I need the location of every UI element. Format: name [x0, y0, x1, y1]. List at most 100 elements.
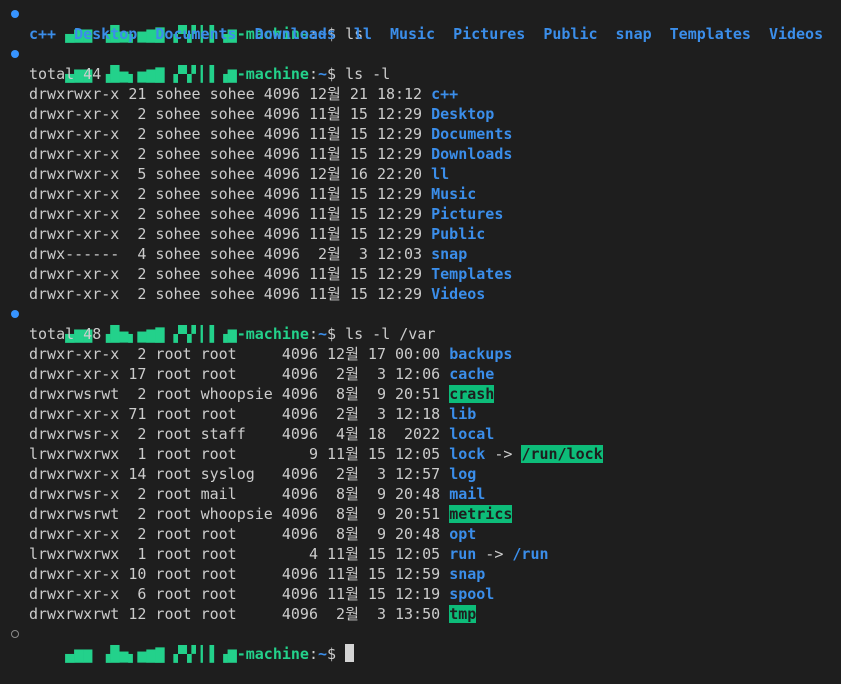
- row-metadata: drwxrwxr-x 14 root syslog 4096 2월 3 12:5…: [29, 465, 450, 483]
- directory-name[interactable]: metrics: [449, 505, 513, 523]
- row-metadata: drwxr-xr-x 2 sohee sohee 4096 11월 15 12:…: [29, 185, 432, 203]
- row-metadata: drwxr-xr-x 2 sohee sohee 4096 11월 15 12:…: [29, 105, 432, 123]
- symlink-arrow: ->: [485, 445, 522, 463]
- directory-name[interactable]: Pictures: [431, 205, 503, 223]
- listing-row: lrwxrwxrwx 1 root root 4 11월 15 12:05 ru…: [0, 544, 841, 564]
- row-metadata: drwxr-xr-x 71 root root 4096 2월 3 12:18: [29, 405, 450, 423]
- row-metadata: drwxr-xr-x 2 sohee sohee 4096 11월 15 12:…: [29, 225, 432, 243]
- listing-row: drwxrwsr-x 2 root staff 4096 4월 18 2022 …: [0, 424, 841, 444]
- listing-row: drwxrwxr-x 14 root syslog 4096 2월 3 12:5…: [0, 464, 841, 484]
- row-metadata: drwxr-xr-x 2 sohee sohee 4096 11월 15 12:…: [29, 285, 432, 303]
- prompt-user-host: ▄▆▆ ▗█▅▖▅▆▇ ▞▚▘▎▌▗▆-machine: [65, 645, 309, 663]
- row-metadata: drwxr-xr-x 10 root root 4096 11월 15 12:5…: [29, 565, 450, 583]
- symlink-arrow: ->: [476, 545, 513, 563]
- active-prompt-line[interactable]: ▄▆▆ ▗█▅▖▅▆▇ ▞▚▘▎▌▗▆-machine:~$: [0, 624, 841, 663]
- command-status-dot-icon[interactable]: [11, 50, 19, 58]
- directory-name[interactable]: c++: [29, 25, 56, 43]
- command-status-dot-icon[interactable]: [11, 310, 19, 318]
- listing-row: drwx------ 4 sohee sohee 4096 2월 3 12:03…: [0, 244, 841, 264]
- listing-row: drwxr-xr-x 2 sohee sohee 4096 11월 15 12:…: [0, 144, 841, 164]
- listing-row: drwxr-xr-x 2 sohee sohee 4096 11월 15 12:…: [0, 204, 841, 224]
- directory-name[interactable]: Videos: [431, 285, 485, 303]
- directory-name[interactable]: backups: [449, 345, 512, 363]
- directory-name[interactable]: Public: [431, 225, 485, 243]
- prompt-sigil: $: [327, 645, 346, 663]
- listing-row: drwxr-xr-x 10 root root 4096 11월 15 12:5…: [0, 564, 841, 584]
- row-metadata: drwxr-xr-x 2 root root 4096 8월 9 20:48: [29, 525, 450, 543]
- directory-name[interactable]: Desktop: [74, 25, 137, 43]
- terminal-output[interactable]: ▄▆▆ ▗█▅▖▅▆▇ ▞▚▘▎▌▗▆-machine:~$ ls c++ Des…: [0, 4, 841, 663]
- listing-total: total 44: [29, 65, 102, 83]
- symlink-target[interactable]: /run/lock: [521, 445, 603, 463]
- row-metadata: lrwxrwxrwx 1 root root 4 11월 15 12:05: [29, 545, 450, 563]
- listing-total: total 48: [29, 325, 102, 343]
- home-listing: drwxrwxr-x 21 sohee sohee 4096 12월 21 18…: [0, 84, 841, 304]
- directory-name[interactable]: local: [449, 425, 494, 443]
- directory-name[interactable]: Documents: [155, 25, 236, 43]
- directory-name[interactable]: Documents: [431, 125, 512, 143]
- row-metadata: drwxrwsr-x 2 root staff 4096 4월 18 2022: [29, 425, 450, 443]
- directory-name[interactable]: Public: [543, 25, 597, 43]
- directory-name[interactable]: cache: [449, 365, 494, 383]
- directory-name[interactable]: lib: [449, 405, 476, 423]
- command-status-dot-icon[interactable]: [11, 10, 19, 18]
- directory-name[interactable]: snap: [616, 25, 652, 43]
- listing-row: drwxrwxrwt 12 root root 4096 2월 3 13:50 …: [0, 604, 841, 624]
- directory-name[interactable]: Downloads: [431, 145, 512, 163]
- directory-name[interactable]: snap: [449, 565, 485, 583]
- listing-row: drwxrwsrwt 2 root whoopsie 4096 8월 9 20:…: [0, 384, 841, 404]
- directory-name[interactable]: Videos: [769, 25, 823, 43]
- var-listing: drwxr-xr-x 2 root root 4096 12월 17 00:00…: [0, 344, 841, 624]
- listing-row: drwxr-xr-x 2 root root 4096 12월 17 00:00…: [0, 344, 841, 364]
- symlink-target[interactable]: /run: [512, 545, 548, 563]
- text-cursor[interactable]: [345, 644, 355, 662]
- listing-row: drwxr-xr-x 2 sohee sohee 4096 11월 15 12:…: [0, 224, 841, 244]
- row-metadata: drwxrwsrwt 2 root whoopsie 4096 8월 9 20:…: [29, 505, 450, 523]
- row-metadata: drwxr-xr-x 2 sohee sohee 4096 11월 15 12:…: [29, 145, 432, 163]
- row-metadata: drwxr-xr-x 6 root root 4096 11월 15 12:19: [29, 585, 450, 603]
- listing-row: drwxrwsrwt 2 root whoopsie 4096 8월 9 20:…: [0, 504, 841, 524]
- directory-name[interactable]: Pictures: [453, 25, 525, 43]
- row-metadata: drwxrwxr-x 21 sohee sohee 4096 12월 21 18…: [29, 85, 432, 103]
- directory-name[interactable]: Music: [390, 25, 435, 43]
- row-metadata: drwxr-xr-x 2 root root 4096 12월 17 00:00: [29, 345, 450, 363]
- directory-name[interactable]: ll: [431, 165, 449, 183]
- directory-name[interactable]: log: [449, 465, 476, 483]
- directory-name[interactable]: lock: [449, 445, 485, 463]
- listing-row: drwxr-xr-x 17 root root 4096 2월 3 12:06 …: [0, 364, 841, 384]
- directory-name[interactable]: spool: [449, 585, 494, 603]
- command-pending-dot-icon[interactable]: [11, 630, 19, 638]
- listing-row: drwxrwsr-x 2 root mail 4096 8월 9 20:48 m…: [0, 484, 841, 504]
- row-metadata: drwxrwsrwt 2 root whoopsie 4096 8월 9 20:…: [29, 385, 450, 403]
- listing-row: lrwxrwxrwx 1 root root 9 11월 15 12:05 lo…: [0, 444, 841, 464]
- listing-row: drwxrwxr-x 5 sohee sohee 4096 12월 16 22:…: [0, 164, 841, 184]
- directory-name[interactable]: run: [449, 545, 476, 563]
- listing-row: drwxr-xr-x 71 root root 4096 2월 3 12:18 …: [0, 404, 841, 424]
- directory-name[interactable]: c++: [431, 85, 458, 103]
- directory-name[interactable]: crash: [449, 385, 495, 403]
- listing-row: drwxr-xr-x 2 sohee sohee 4096 11월 15 12:…: [0, 104, 841, 124]
- row-metadata: drwxrwxr-x 5 sohee sohee 4096 12월 16 22:…: [29, 165, 432, 183]
- directory-name[interactable]: opt: [449, 525, 476, 543]
- listing-row: drwxr-xr-x 2 root root 4096 8월 9 20:48 o…: [0, 524, 841, 544]
- listing-row: drwxr-xr-x 2 sohee sohee 4096 11월 15 12:…: [0, 184, 841, 204]
- directory-name[interactable]: snap: [431, 245, 467, 263]
- directory-name[interactable]: ll: [354, 25, 372, 43]
- directory-name[interactable]: Templates: [431, 265, 512, 283]
- row-metadata: drwxr-xr-x 2 sohee sohee 4096 11월 15 12:…: [29, 265, 432, 283]
- directory-name[interactable]: tmp: [449, 605, 477, 623]
- listing-row: drwxr-xr-x 2 sohee sohee 4096 11월 15 12:…: [0, 264, 841, 284]
- row-metadata: drwxrwxrwt 12 root root 4096 2월 3 13:50: [29, 605, 450, 623]
- prompt-cwd: ~: [318, 645, 328, 663]
- listing-row: drwxr-xr-x 6 root root 4096 11월 15 12:19…: [0, 584, 841, 604]
- directory-name[interactable]: Music: [431, 185, 476, 203]
- directory-name[interactable]: Desktop: [431, 105, 494, 123]
- listing-row: drwxrwxr-x 21 sohee sohee 4096 12월 21 18…: [0, 84, 841, 104]
- prompt-separator: :: [308, 645, 318, 663]
- directory-name[interactable]: mail: [449, 485, 485, 503]
- directory-name[interactable]: Downloads: [255, 25, 336, 43]
- prompt-line: ▄▆▆ ▗█▅▖▅▆▇ ▞▚▘▎▌▗▆-machine:~$ ls: [0, 4, 841, 43]
- row-metadata: drwxrwsr-x 2 root mail 4096 8월 9 20:48: [29, 485, 450, 503]
- row-metadata: drwx------ 4 sohee sohee 4096 2월 3 12:03: [29, 245, 432, 263]
- directory-name[interactable]: Templates: [670, 25, 751, 43]
